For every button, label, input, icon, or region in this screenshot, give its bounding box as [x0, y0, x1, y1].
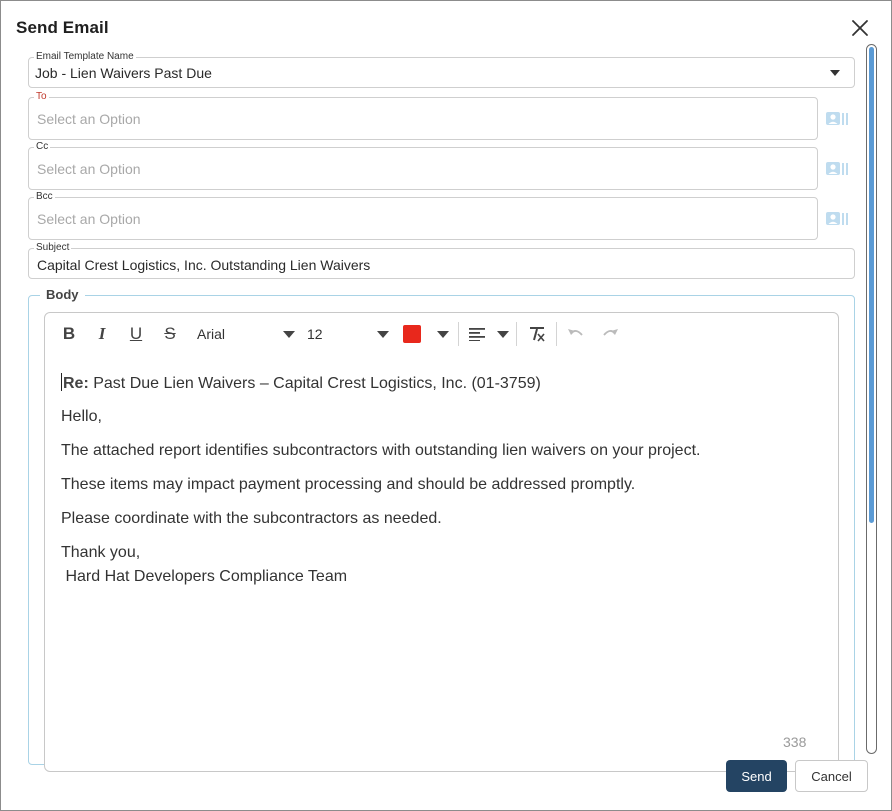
rich-text-editor[interactable]: B I U S Arial 12 Re: Past Due Lien Waive… [44, 312, 839, 772]
body-legend: Body [40, 288, 85, 302]
send-button[interactable]: Send [726, 760, 787, 792]
editor-toolbar: B I U S Arial 12 [45, 313, 838, 357]
to-placeholder: Select an Option [37, 111, 141, 127]
template-value: Job - Lien Waivers Past Due [35, 65, 212, 81]
close-icon[interactable] [849, 17, 871, 39]
dialog-scrollbar[interactable] [866, 44, 877, 754]
chevron-down-icon [830, 70, 840, 76]
redo-icon[interactable] [599, 323, 621, 345]
subject-value: Capital Crest Logistics, Inc. Outstandin… [37, 257, 371, 273]
body-line-1: The attached report identifies subcontra… [61, 442, 701, 459]
subject-label: Subject [34, 241, 72, 255]
clear-format-icon[interactable] [526, 323, 548, 345]
subject-field[interactable]: Subject Capital Crest Logistics, Inc. Ou… [28, 241, 855, 279]
scrollbar-thumb[interactable] [869, 47, 874, 523]
chevron-down-icon [437, 330, 449, 338]
bold-icon[interactable]: B [59, 323, 79, 345]
to-label: To [34, 90, 49, 104]
strikethrough-icon[interactable]: S [160, 323, 180, 345]
align-select[interactable] [469, 323, 509, 345]
contacts-icon[interactable] [825, 160, 849, 178]
italic-icon[interactable]: I [92, 323, 112, 345]
contacts-icon[interactable] [825, 210, 849, 228]
re-line: Re: Past Due Lien Waivers – Capital Cres… [61, 373, 541, 393]
character-count: 338 [783, 734, 807, 750]
body-line-3: Please coordinate with the subcontractor… [61, 510, 442, 527]
cc-placeholder: Select an Option [37, 161, 141, 177]
font-family-select[interactable]: Arial [197, 323, 295, 345]
chevron-down-icon [497, 330, 509, 338]
toolbar-divider [516, 322, 517, 346]
text-cursor [61, 373, 62, 391]
toolbar-divider [556, 322, 557, 346]
bcc-label: Bcc [34, 190, 55, 204]
send-email-dialog: Send Email Email Template Name Job - Lie… [0, 0, 892, 811]
text-color-swatch [403, 325, 421, 343]
re-label: Re: [63, 375, 89, 392]
contacts-icon[interactable] [825, 110, 849, 128]
chevron-down-icon [377, 330, 389, 338]
bcc-field[interactable]: Bcc Select an Option [28, 190, 818, 240]
greeting-line: Hello, [61, 408, 102, 425]
body-line-2: These items may impact payment processin… [61, 476, 636, 493]
bcc-placeholder: Select an Option [37, 211, 141, 227]
underline-icon[interactable]: U [126, 323, 146, 345]
font-size-select[interactable]: 12 [307, 323, 389, 345]
chevron-down-icon [283, 330, 295, 338]
cc-label: Cc [34, 140, 51, 154]
text-color-picker[interactable] [403, 323, 449, 345]
align-left-icon [469, 328, 485, 341]
signoff-line: Thank you, [61, 544, 141, 561]
font-family-value: Arial [197, 326, 226, 342]
cancel-button[interactable]: Cancel [795, 760, 868, 792]
template-select[interactable]: Email Template Name Job - Lien Waivers P… [28, 50, 855, 88]
cc-field[interactable]: Cc Select an Option [28, 140, 818, 190]
undo-icon[interactable] [565, 323, 587, 345]
to-field[interactable]: To Select an Option [28, 90, 818, 140]
toolbar-divider [458, 322, 459, 346]
re-text: Past Due Lien Waivers – Capital Crest Lo… [88, 375, 541, 392]
template-label: Email Template Name [34, 50, 136, 64]
signature-line: Hard Hat Developers Compliance Team [61, 568, 348, 585]
dialog-title: Send Email [16, 18, 109, 37]
font-size-value: 12 [307, 326, 323, 342]
